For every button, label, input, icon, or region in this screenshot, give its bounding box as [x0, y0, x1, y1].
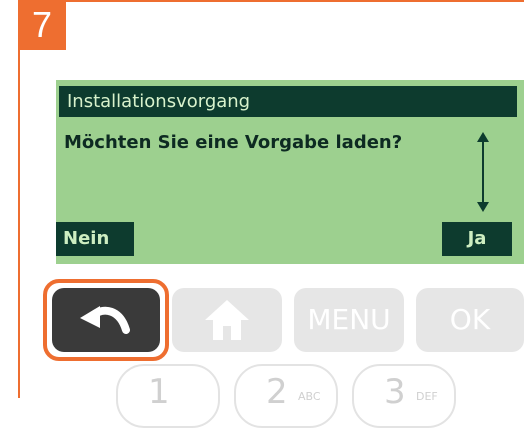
home-icon	[205, 300, 249, 340]
key-number: 3	[384, 372, 406, 412]
screen-question: Möchten Sie eine Vorgabe laden?	[64, 132, 403, 153]
screen-title: Installationsvorgang	[59, 86, 517, 117]
keypad-key-3[interactable]: 3 DEF	[352, 364, 456, 428]
key-letters: DEF	[416, 390, 438, 403]
key-letters: ABC	[298, 390, 321, 403]
scroll-up-down-icon	[477, 132, 489, 212]
keypad-key-2[interactable]: 2 ABC	[234, 364, 338, 428]
softkey-no[interactable]: Nein	[56, 222, 134, 256]
back-button-highlight	[43, 279, 169, 361]
menu-button[interactable]: MENU	[294, 288, 404, 352]
key-number: 2	[266, 372, 288, 412]
home-button[interactable]	[172, 288, 282, 352]
keypad-key-1[interactable]: 1	[116, 364, 220, 428]
step-number-badge: 7	[18, 0, 66, 50]
ok-button[interactable]: OK	[416, 288, 524, 352]
key-number: 1	[148, 372, 170, 412]
softkey-yes[interactable]: Ja	[442, 222, 512, 256]
